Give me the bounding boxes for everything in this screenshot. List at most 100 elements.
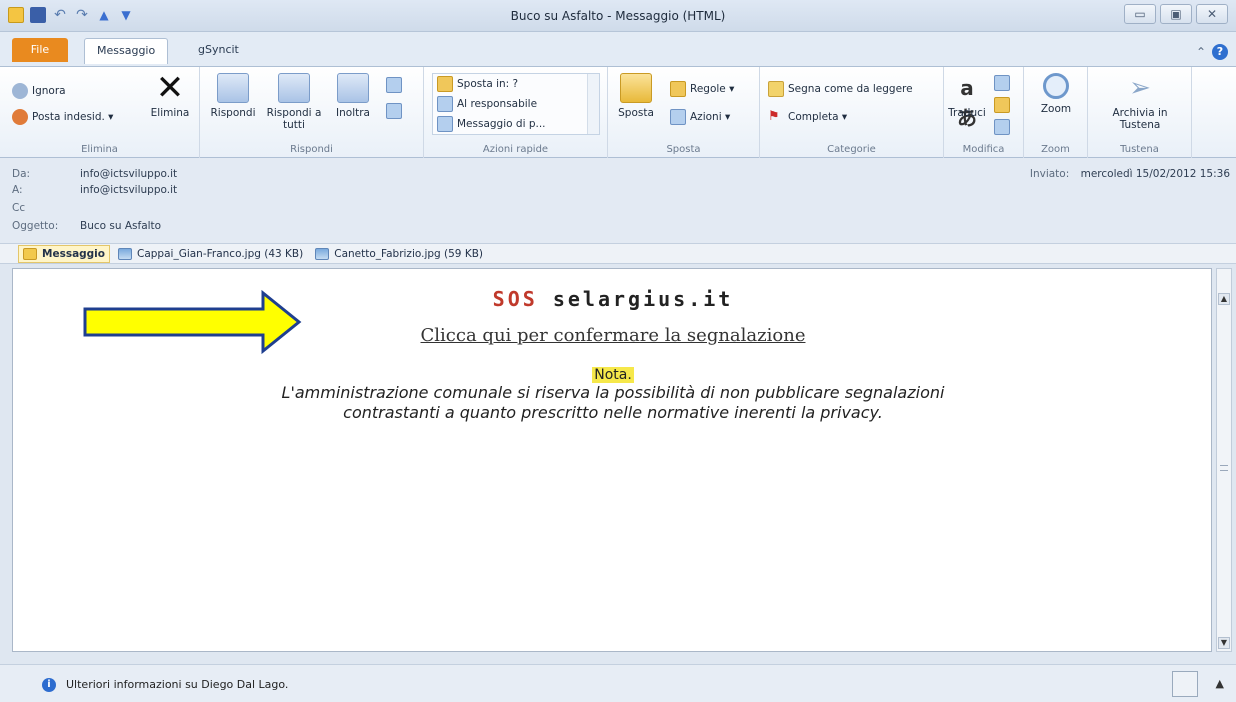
edit-group: aあ Traduci Modifica — [944, 67, 1024, 159]
tustena-group: ➢ Archivia in Tustena Tustena — [1088, 67, 1192, 159]
title-bar: ↶ ↷ ▲ ▼ Buco su Asfalto - Messaggio (HTM… — [0, 0, 1236, 32]
quick-step-team-email[interactable]: Messaggio di p... — [437, 116, 546, 132]
find-button[interactable] — [994, 75, 1010, 91]
attachments-bar: Messaggio Cappai_Gian-Franco.jpg (43 KB)… — [0, 244, 1236, 264]
reply-all-icon — [278, 73, 310, 103]
move-to-icon — [437, 76, 453, 92]
image-file-icon — [118, 247, 132, 260]
tab-file[interactable]: File — [12, 38, 68, 62]
group-label-edit: Modifica — [962, 144, 1005, 155]
message-body: SOS selargius.it Clicca qui per conferma… — [12, 268, 1212, 652]
window-title: Buco su Asfalto - Messaggio (HTML) — [510, 9, 726, 23]
quick-steps-group: Sposta in: ? Al responsabile Messaggio d… — [424, 67, 608, 159]
mark-unread-icon — [768, 81, 784, 97]
quick-steps-scroll[interactable] — [587, 74, 599, 134]
attachment-item[interactable]: Canetto_Fabrizio.jpg (59 KB) — [311, 245, 487, 263]
group-label-respond: Rispondi — [290, 144, 333, 155]
archive-tustena-button[interactable]: ➢ Archivia in Tustena — [1102, 73, 1178, 131]
help-icon[interactable]: ? — [1212, 44, 1228, 60]
junk-button[interactable]: Posta indesid. ▾ — [12, 109, 113, 125]
delete-group: Ignora Posta indesid. ▾ ✕ Elimina Elimin… — [0, 67, 200, 159]
collapse-ribbon-icon[interactable]: ⌃ — [1196, 45, 1206, 59]
scroll-up-icon[interactable]: ▲ — [1218, 293, 1230, 305]
privacy-disclaimer: L'amministrazione comunale si riserva la… — [281, 383, 945, 422]
follow-up-button[interactable]: ⚑ Completa ▾ — [768, 109, 847, 125]
reply-all-button[interactable]: Rispondi a tutti — [264, 73, 324, 131]
quick-step-move-to[interactable]: Sposta in: ? — [437, 76, 518, 92]
info-icon: i — [42, 678, 56, 692]
respond-group: Rispondi Rispondi a tutti Inoltra Rispon… — [200, 67, 424, 159]
ignore-button[interactable]: Ignora — [12, 83, 66, 99]
message-header: Da: info@ictsviluppo.it A: info@ictsvilu… — [0, 158, 1236, 244]
meeting-icon — [386, 77, 402, 93]
reply-button[interactable]: Rispondi — [206, 73, 260, 119]
contact-picture-icon[interactable] — [1172, 671, 1198, 697]
window-controls: ▭ ▣ ✕ — [1124, 4, 1228, 24]
related-button[interactable] — [994, 97, 1010, 113]
group-label-zoom: Zoom — [1041, 144, 1070, 155]
group-label-quick-steps: Azioni rapide — [482, 144, 549, 155]
help-area: ⌃ ? — [1196, 44, 1228, 60]
quick-step-manager[interactable]: Al responsabile — [437, 96, 537, 112]
manager-icon — [437, 96, 453, 112]
group-label-tustena: Tustena — [1120, 144, 1159, 155]
scroll-down-icon[interactable]: ▼ — [1218, 637, 1230, 649]
scroll-grip[interactable] — [1220, 465, 1228, 471]
more-respond-icon — [386, 103, 402, 119]
close-button[interactable]: ✕ — [1196, 4, 1228, 24]
tags-group: Segna come da leggere ⚑ Completa ▾ Categ… — [760, 67, 944, 159]
confirm-report-link[interactable]: Clicca qui per confermare la segnalazion… — [363, 325, 863, 346]
sent-date: mercoledì 15/02/2012 15:36 — [1080, 168, 1230, 180]
cc-row: Cc — [12, 202, 26, 214]
forward-icon — [337, 73, 369, 103]
team-email-icon — [437, 116, 453, 132]
people-info-text[interactable]: Ulteriori informazioni su Diego Dal Lago… — [66, 678, 288, 691]
message-icon — [23, 247, 37, 260]
group-label-delete: Elimina — [81, 144, 118, 155]
related-icon — [994, 97, 1010, 113]
sender[interactable]: info@ictsviluppo.it — [80, 168, 177, 180]
body-scrollbar[interactable]: ▲ ▼ — [1216, 268, 1232, 652]
brand-heading: SOS selargius.it — [492, 287, 734, 311]
maximize-button[interactable]: ▣ — [1160, 4, 1192, 24]
forward-button[interactable]: Inoltra — [328, 73, 378, 119]
expand-people-pane-icon[interactable]: ▲ — [1216, 677, 1224, 690]
rules-icon — [670, 81, 686, 97]
move-group: Sposta Regole ▾ Azioni ▾ Sposta — [608, 67, 760, 159]
move-button[interactable]: Sposta — [614, 73, 658, 119]
magnifier-icon — [1043, 73, 1069, 99]
zoom-button[interactable]: Zoom — [1034, 73, 1078, 115]
meeting-reply-button[interactable] — [386, 77, 402, 93]
people-pane-bar: i Ulteriori informazioni su Diego Dal La… — [0, 664, 1236, 702]
ignore-icon — [12, 83, 28, 99]
mark-unread-button[interactable]: Segna come da leggere — [768, 81, 913, 97]
image-file-icon — [315, 247, 330, 260]
rules-button[interactable]: Regole ▾ — [670, 81, 734, 97]
tab-gsyncit[interactable]: gSyncit — [186, 38, 251, 64]
recipient[interactable]: info@ictsviluppo.it — [80, 184, 177, 196]
sent-info: Inviato: mercoledì 15/02/2012 15:36 — [1029, 168, 1230, 180]
select-button[interactable] — [994, 119, 1010, 135]
minimize-button[interactable]: ▭ — [1124, 4, 1156, 24]
ribbon: Ignora Posta indesid. ▾ ✕ Elimina Elimin… — [0, 66, 1236, 159]
delete-button[interactable]: ✕ Elimina — [144, 68, 196, 119]
select-cursor-icon — [994, 119, 1010, 135]
more-respond-button[interactable] — [386, 103, 402, 119]
subject: Buco su Asfalto — [80, 220, 162, 232]
tab-message[interactable]: Messaggio — [84, 38, 169, 64]
delete-x-icon: ✕ — [155, 68, 185, 108]
translate-button[interactable]: aあ Traduci — [946, 73, 988, 130]
flag-icon: ⚑ — [768, 109, 780, 124]
message-tab[interactable]: Messaggio — [18, 244, 110, 263]
to-row: A: info@ictsviluppo.it — [12, 184, 178, 196]
yellow-arrow-annotation — [83, 289, 302, 355]
paper-plane-icon: ➢ — [1129, 73, 1151, 103]
junk-icon — [12, 109, 28, 125]
actions-button[interactable]: Azioni ▾ — [670, 109, 730, 125]
attachment-item[interactable]: Cappai_Gian-Franco.jpg (43 KB) — [114, 245, 307, 263]
group-label-move: Sposta — [666, 144, 701, 155]
binoculars-icon — [994, 75, 1010, 91]
reply-icon — [217, 73, 249, 103]
ribbon-tab-bar: File Messaggio gSyncit ⌃ ? — [0, 32, 1236, 66]
move-folder-icon — [620, 73, 652, 103]
